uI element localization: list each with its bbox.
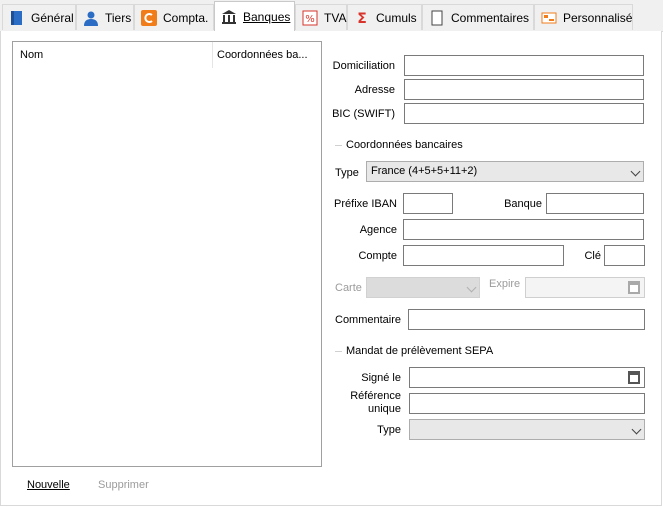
sepa-type-label: Type — [377, 424, 401, 436]
tab-label: Banques — [243, 10, 291, 24]
group-line — [335, 145, 342, 146]
tab-label: Général — [31, 10, 74, 25]
vip-card-icon — [541, 10, 557, 26]
adresse-label: Adresse — [354, 84, 395, 96]
agence-label: Agence — [359, 224, 397, 236]
calendar-icon[interactable] — [628, 371, 640, 384]
tab-personnalise[interactable]: Personnalisé — [534, 4, 633, 30]
reference-label: Référence — [350, 390, 401, 402]
compta-icon — [141, 9, 157, 26]
compte-field[interactable] — [403, 245, 564, 266]
carte-label: Carte — [335, 282, 362, 294]
sepa-group-title: Mandat de prélèvement SEPA — [346, 345, 494, 357]
sepa-type-select[interactable] — [409, 419, 645, 440]
banque-label: Banque — [504, 198, 542, 210]
carte-select[interactable] — [366, 277, 480, 298]
tab-banques[interactable]: Banques — [214, 1, 295, 32]
tab-label: TVA — [324, 10, 347, 25]
book-icon — [9, 10, 25, 26]
nouvelle-button[interactable]: Nouvelle — [27, 478, 70, 492]
tab-general[interactable]: Général — [2, 4, 76, 30]
tab-tva[interactable]: % TVA — [295, 4, 347, 30]
tab-label: Cumuls — [376, 10, 417, 25]
prefixe-iban-label: Préfixe IBAN — [334, 198, 397, 210]
commentaire-field[interactable] — [408, 309, 645, 330]
commentaire-label: Commentaire — [335, 314, 402, 326]
tab-commentaires[interactable]: Commentaires — [422, 4, 534, 30]
column-header-nom[interactable]: Nom — [20, 42, 43, 68]
cle-label: Clé — [584, 250, 601, 262]
type-select[interactable]: France (4+5+5+11+2) — [366, 161, 644, 182]
tab-label: Personnalisé — [563, 10, 633, 25]
prefixe-iban-field[interactable] — [403, 193, 453, 214]
tab-strip: Général Tiers Compta. Banques % TVA Σ Cu… — [0, 0, 663, 32]
percent-icon: % — [302, 10, 318, 26]
reference-unique-field[interactable] — [409, 393, 645, 414]
tab-tiers[interactable]: Tiers — [76, 4, 134, 30]
tab-compta[interactable]: Compta. — [134, 4, 214, 30]
supprimer-button-label: Supprimer — [98, 479, 149, 491]
calendar-icon[interactable] — [628, 281, 640, 294]
agence-field[interactable] — [403, 219, 644, 240]
signe-le-label: Signé le — [361, 372, 401, 384]
bank-icon — [221, 9, 237, 25]
person-icon — [83, 10, 99, 26]
sigma-icon: Σ — [354, 10, 370, 27]
column-divider[interactable] — [212, 42, 213, 68]
tab-label: Commentaires — [451, 10, 530, 25]
nouvelle-button-label: Nouvelle — [27, 479, 70, 491]
chevron-down-icon — [631, 424, 642, 435]
supprimer-button[interactable]: Supprimer — [98, 478, 149, 492]
bank-list[interactable]: Nom Coordonnées ba... — [12, 41, 322, 467]
reference-label-unique: unique — [367, 403, 401, 415]
expire-label: Expire — [489, 278, 521, 290]
compte-label: Compte — [358, 250, 397, 262]
adresse-field[interactable] — [404, 79, 644, 100]
type-select-value: France (4+5+5+11+2) — [371, 165, 478, 177]
bic-field[interactable] — [404, 103, 644, 124]
column-header-coordonnees[interactable]: Coordonnées ba... — [217, 42, 308, 68]
tab-label: Tiers — [105, 10, 132, 25]
document-icon — [429, 10, 445, 26]
svg-text:%: % — [305, 14, 315, 25]
chevron-down-icon — [466, 282, 477, 293]
banque-field[interactable] — [546, 193, 644, 214]
type-label: Type — [335, 167, 359, 179]
signe-le-field[interactable] — [409, 367, 645, 388]
domiciliation-field[interactable] — [404, 55, 644, 76]
group-line — [335, 351, 342, 352]
tab-label: Compta. — [163, 10, 209, 25]
svg-text:Σ: Σ — [357, 11, 367, 26]
tab-cumuls[interactable]: Σ Cumuls — [347, 4, 422, 30]
expire-field[interactable] — [525, 277, 645, 298]
cle-field[interactable] — [604, 245, 645, 266]
bic-label: BIC (SWIFT) — [332, 108, 395, 120]
domiciliation-label: Domiciliation — [332, 60, 395, 72]
coordonnees-group-title: Coordonnées bancaires — [346, 139, 463, 151]
chevron-down-icon — [630, 166, 641, 177]
